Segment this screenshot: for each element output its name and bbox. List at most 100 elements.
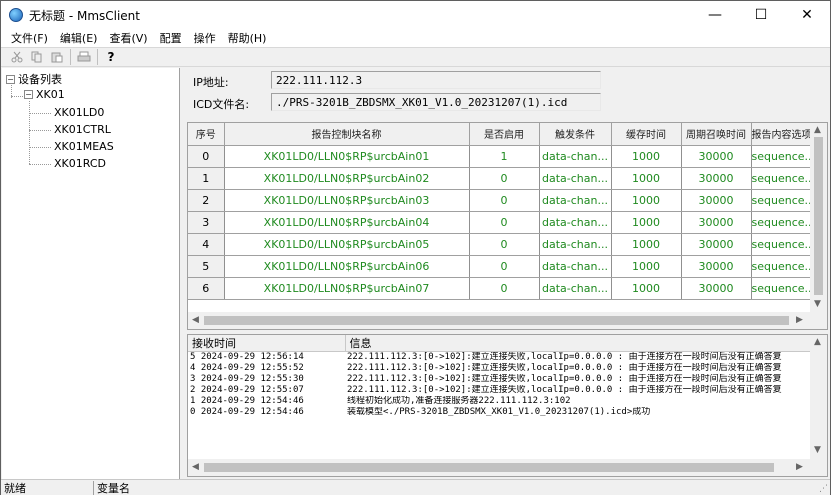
log-horizontal-scrollbar[interactable]: ◀ ▶ xyxy=(188,459,827,476)
table-cell[interactable]: 1000 xyxy=(611,211,682,234)
table-row[interactable]: 3 XK01LD0/LLN0$RP$urcbAin04 0 data-chan... 1… xyxy=(188,211,813,234)
table-cell[interactable]: 30000 xyxy=(681,255,752,278)
tree-item-rcd[interactable]: XK01RCD xyxy=(54,157,106,170)
minimize-button[interactable]: — xyxy=(692,1,738,29)
table-cell[interactable]: 1000 xyxy=(611,189,682,212)
table-row[interactable]: 1 XK01LD0/LLN0$RP$urcbAin02 0 data-chan... 1… xyxy=(188,167,813,190)
log-row[interactable]: 2 2024-09-29 12:55:07 222.111.112.3:[0->1… xyxy=(188,385,812,396)
collapse-icon[interactable]: − xyxy=(6,74,15,84)
scroll-up-icon[interactable]: ▲ xyxy=(814,125,821,135)
scroll-down-icon[interactable]: ▼ xyxy=(814,445,821,455)
table-cell[interactable]: 1000 xyxy=(611,255,682,278)
table-cell[interactable]: sequence... xyxy=(751,189,813,212)
log-header-time[interactable]: 接收时间 xyxy=(188,335,346,352)
table-cell[interactable]: XK01LD0/LLN0$RP$urcbAin02 xyxy=(224,167,470,190)
scroll-left-icon[interactable]: ◀ xyxy=(192,315,199,325)
table-cell[interactable]: 30000 xyxy=(681,167,752,190)
table-cell[interactable]: 30000 xyxy=(681,277,752,300)
table-row[interactable]: 4 XK01LD0/LLN0$RP$urcbAin05 0 data-chan... 1… xyxy=(188,233,813,256)
scroll-thumb[interactable] xyxy=(204,316,789,325)
log-vertical-scrollbar[interactable]: ▲ ▼ xyxy=(810,335,827,459)
log-row[interactable]: 1 2024-09-29 12:54:46 线程初始化成功,准备连接服务器222.… xyxy=(188,396,812,407)
menu-view[interactable]: 查看(V) xyxy=(103,30,153,46)
table-cell[interactable]: sequence... xyxy=(751,277,813,300)
col-header-buffer-time[interactable]: 缓存时间 xyxy=(611,123,682,146)
col-header-period[interactable]: 周期召唤时间 xyxy=(681,123,752,146)
table-cell[interactable]: sequence... xyxy=(751,255,813,278)
grid-horizontal-scrollbar[interactable]: ◀ ▶ xyxy=(188,312,827,329)
menu-operate[interactable]: 操作 xyxy=(188,30,222,46)
log-header-info[interactable]: 信息 xyxy=(345,335,813,352)
menu-file[interactable]: 文件(F) xyxy=(5,30,54,46)
tree-item-ctrl[interactable]: XK01CTRL xyxy=(54,123,111,136)
table-cell[interactable]: XK01LD0/LLN0$RP$urcbAin03 xyxy=(224,189,470,212)
tree-item-meas[interactable]: XK01MEAS xyxy=(54,140,114,153)
maximize-button[interactable]: ☐ xyxy=(738,1,784,29)
table-cell[interactable]: 0 xyxy=(469,211,540,234)
close-button[interactable]: ✕ xyxy=(784,1,830,29)
table-cell[interactable]: XK01LD0/LLN0$RP$urcbAin06 xyxy=(224,255,470,278)
col-header-name[interactable]: 报告控制块名称 xyxy=(224,123,470,146)
scroll-right-icon[interactable]: ▶ xyxy=(796,462,803,472)
table-cell[interactable]: data-chan... xyxy=(539,255,612,278)
col-header-enabled[interactable]: 是否启用 xyxy=(469,123,540,146)
table-cell[interactable]: 1000 xyxy=(611,167,682,190)
table-cell[interactable]: data-chan... xyxy=(539,189,612,212)
table-cell[interactable]: data-chan... xyxy=(539,211,612,234)
table-cell[interactable]: sequence... xyxy=(751,145,813,168)
table-cell[interactable]: 1 xyxy=(469,145,540,168)
col-header-options[interactable]: 报告内容选项 xyxy=(751,123,813,146)
scroll-down-icon[interactable]: ▼ xyxy=(814,299,821,309)
icd-field[interactable]: ./PRS-3201B_ZBDSMX_XK01_V1.0_20231207(1)… xyxy=(271,93,601,111)
log-row[interactable]: 5 2024-09-29 12:56:14 222.111.112.3:[0->1… xyxy=(188,352,812,364)
menu-edit[interactable]: 编辑(E) xyxy=(54,30,104,46)
table-cell[interactable]: 1000 xyxy=(611,145,682,168)
table-cell[interactable]: 0 xyxy=(469,189,540,212)
table-cell[interactable]: XK01LD0/LLN0$RP$urcbAin07 xyxy=(224,277,470,300)
table-cell[interactable]: data-chan... xyxy=(539,167,612,190)
ip-field[interactable]: 222.111.112.3 xyxy=(271,71,601,89)
table-cell[interactable]: sequence... xyxy=(751,167,813,190)
table-cell[interactable]: data-chan... xyxy=(539,233,612,256)
table-cell[interactable]: 30000 xyxy=(681,211,752,234)
table-cell[interactable]: XK01LD0/LLN0$RP$urcbAin04 xyxy=(224,211,470,234)
table-cell[interactable]: 30000 xyxy=(681,189,752,212)
collapse-icon[interactable]: − xyxy=(24,90,33,99)
table-cell[interactable]: data-chan... xyxy=(539,277,612,300)
tree-item-ld0[interactable]: XK01LD0 xyxy=(54,106,104,119)
table-row[interactable]: 2 XK01LD0/LLN0$RP$urcbAin03 0 data-chan... 1… xyxy=(188,189,813,212)
table-cell[interactable]: 0 xyxy=(469,167,540,190)
table-cell[interactable]: 5 xyxy=(188,255,225,278)
print-icon[interactable] xyxy=(74,48,94,66)
copy-icon[interactable] xyxy=(27,48,47,66)
tree-root[interactable]: − 设备列表 xyxy=(6,71,62,87)
table-cell[interactable]: 6 xyxy=(188,277,225,300)
table-cell[interactable]: data-chan... xyxy=(539,145,612,168)
table-cell[interactable]: 3 xyxy=(188,211,225,234)
table-cell[interactable]: 1000 xyxy=(611,277,682,300)
col-header-trigger[interactable]: 触发条件 xyxy=(539,123,612,146)
table-cell[interactable]: 4 xyxy=(188,233,225,256)
tree-device-xk01[interactable]: − XK01 xyxy=(24,88,65,101)
paste-icon[interactable] xyxy=(47,48,67,66)
table-cell[interactable]: 0 xyxy=(469,255,540,278)
table-cell[interactable]: 30000 xyxy=(681,233,752,256)
table-row[interactable]: 6 XK01LD0/LLN0$RP$urcbAin07 0 data-chan... 1… xyxy=(188,277,813,300)
table-row[interactable]: 0 XK01LD0/LLN0$RP$urcbAin01 1 data-chan... 1… xyxy=(188,145,813,168)
table-cell[interactable]: sequence... xyxy=(751,211,813,234)
table-cell[interactable]: 1000 xyxy=(611,233,682,256)
log-row[interactable]: 3 2024-09-29 12:55:30 222.111.112.3:[0->1… xyxy=(188,374,812,385)
log-row[interactable]: 0 2024-09-29 12:54:46 装载模型<./PRS-3201B_ZB… xyxy=(188,407,812,418)
resize-grip-icon[interactable]: ⋰ xyxy=(819,484,828,494)
table-cell[interactable]: XK01LD0/LLN0$RP$urcbAin05 xyxy=(224,233,470,256)
scroll-up-icon[interactable]: ▲ xyxy=(814,337,821,347)
table-cell[interactable]: 0 xyxy=(469,233,540,256)
scroll-thumb[interactable] xyxy=(204,463,774,472)
help-icon[interactable]: ? xyxy=(101,48,121,66)
menu-help[interactable]: 帮助(H) xyxy=(222,30,273,46)
scroll-thumb[interactable] xyxy=(814,137,823,295)
menu-config[interactable]: 配置 xyxy=(154,30,188,46)
table-cell[interactable]: 2 xyxy=(188,189,225,212)
col-header-index[interactable]: 序号 xyxy=(188,123,225,146)
table-cell[interactable]: 30000 xyxy=(681,145,752,168)
